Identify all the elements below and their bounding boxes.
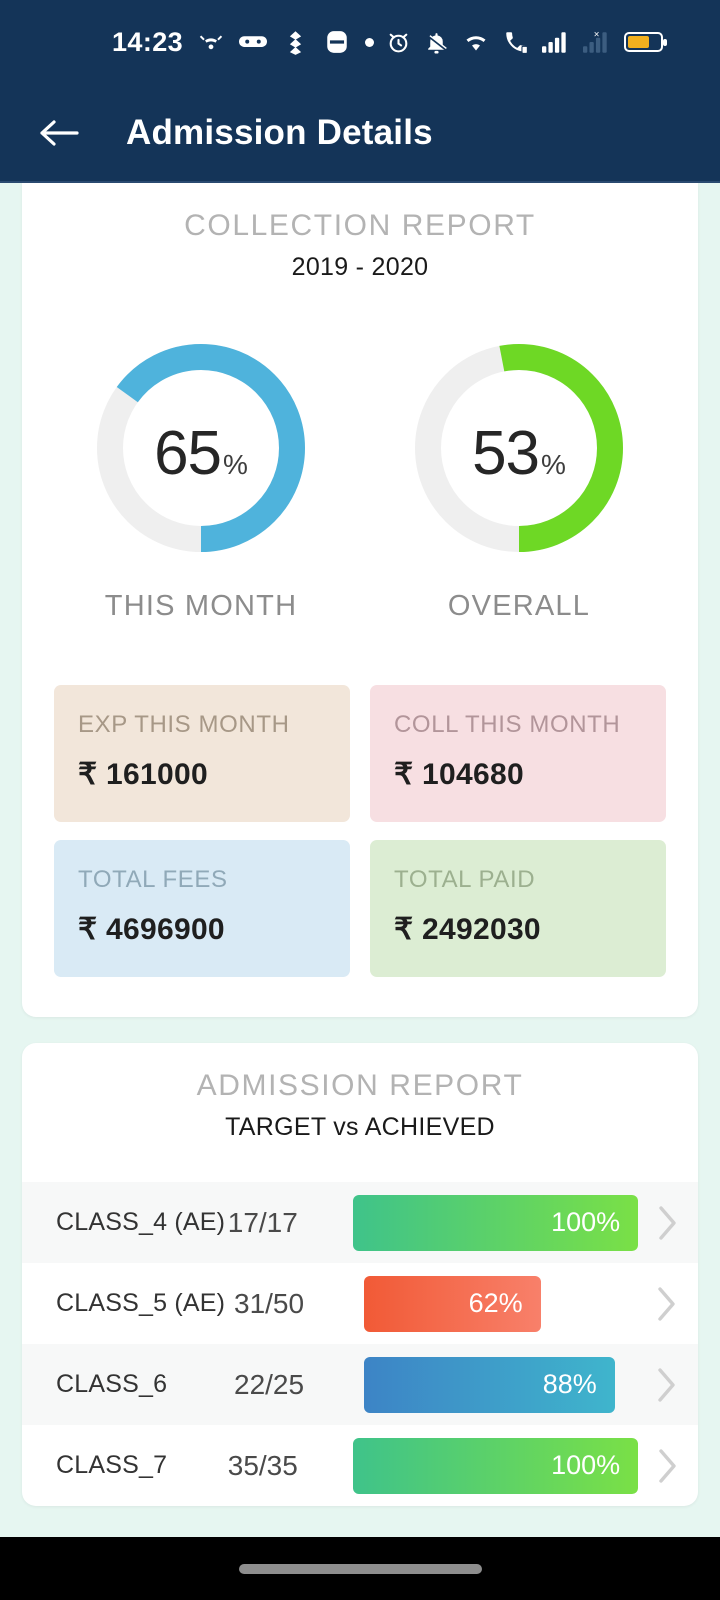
alarm-icon [386, 30, 411, 55]
stat-tile-coll-this-month: COLL THIS MONTH ₹ 104680 [370, 685, 666, 822]
status-bar-left: 14:23 [112, 26, 375, 58]
chevron-right-icon[interactable] [636, 1365, 698, 1405]
svg-text:×: × [594, 30, 600, 41]
stat-tile-label: EXP THIS MONTH [78, 711, 290, 738]
gauge-overall: 53 % OVERALL [411, 340, 627, 623]
home-indicator[interactable] [238, 1563, 482, 1574]
row-class-name: CLASS_7 [56, 1451, 168, 1479]
missed-call-icon [198, 29, 224, 55]
app-bar: Admission Details [0, 84, 720, 183]
collection-report-card: COLLECTION REPORT 2019 - 2020 65 % THIS … [22, 183, 698, 1017]
progress-label: 88% [542, 1369, 597, 1399]
admission-rows: CLASS_4 (AE) 17/17 100% CLASS_5 (AE) 31/… [22, 1182, 698, 1506]
admission-report-title: ADMISSION REPORT [196, 1069, 524, 1102]
gauge-percent-sign: % [223, 449, 248, 480]
donut-chart-overall: 53 % [411, 340, 627, 556]
row-ratio: 31/50 [234, 1287, 305, 1319]
stat-tile-total-paid: TOTAL PAID ₹ 2492030 [370, 840, 666, 977]
table-row[interactable]: CLASS_7 35/35 100% [22, 1425, 698, 1506]
progress-bar: 62% [364, 1275, 541, 1332]
table-row[interactable]: CLASS_5 (AE) 31/50 62% [22, 1263, 698, 1344]
admission-report-subtitle: TARGET vs ACHIEVED [225, 1113, 495, 1141]
gauge-label-overall: OVERALL [447, 590, 591, 622]
gauge-label-this-month: THIS MONTH [104, 590, 298, 622]
sim-missing-icon: × [583, 30, 611, 54]
progress-bar: 88% [364, 1356, 615, 1413]
phone-screen: 14:23 × Admission Details COLLECTION REP… [0, 0, 720, 1600]
stat-tile-label: TOTAL FEES [78, 866, 228, 893]
leaf-icon [282, 29, 309, 56]
row-class-name: CLASS_5 (AE) [56, 1289, 226, 1317]
row-class-name: CLASS_4 (AE) [56, 1208, 226, 1236]
battery-icon [624, 30, 668, 54]
gauge-percent-sign: % [541, 449, 566, 480]
page-title: Admission Details [126, 112, 433, 152]
donut-chart-this-month: 65 % [93, 340, 309, 556]
chevron-right-icon[interactable] [638, 1203, 698, 1243]
progress-bar: 100% [353, 1194, 639, 1251]
gauge-this-month: 65 % THIS MONTH [93, 340, 309, 623]
gauge-value-wrap: 65 % [93, 340, 309, 556]
gauge-value: 65 [154, 419, 222, 488]
stat-tile-total-fees: TOTAL FEES ₹ 4696900 [54, 840, 350, 977]
table-row[interactable]: CLASS_6 22/25 88% [22, 1344, 698, 1425]
row-bar-area: 88% [364, 1356, 636, 1413]
progress-label: 62% [468, 1288, 523, 1318]
row-class-name: CLASS_6 [56, 1370, 168, 1398]
stat-tile-value: ₹ 161000 [78, 758, 208, 791]
progress-label: 100% [551, 1207, 621, 1237]
stat-tile-value: ₹ 2492030 [394, 913, 541, 946]
back-arrow-icon [40, 119, 79, 146]
gauge-value-wrap: 53 % [411, 340, 627, 556]
stat-tile-value: ₹ 4696900 [78, 913, 225, 946]
scroll-content[interactable]: COLLECTION REPORT 2019 - 2020 65 % THIS … [0, 183, 720, 1537]
stat-tile-value: ₹ 104680 [394, 758, 524, 791]
wifi-icon [462, 31, 490, 53]
stat-tile-label: TOTAL PAID [394, 866, 536, 893]
card-icon [324, 29, 350, 55]
progress-bar: 100% [353, 1437, 639, 1494]
row-bar-area: 100% [353, 1194, 639, 1251]
row-bar-area: 100% [353, 1437, 639, 1494]
signal-bars-icon [542, 31, 570, 53]
chevron-right-icon[interactable] [638, 1446, 698, 1486]
chevron-right-icon[interactable] [636, 1284, 698, 1324]
row-bar-area: 62% [364, 1275, 636, 1332]
stat-tiles: EXP THIS MONTH ₹ 161000 COLL THIS MONTH … [22, 623, 698, 1017]
collection-report-title: COLLECTION REPORT [184, 209, 536, 242]
stat-tile-label: COLL THIS MONTH [394, 711, 621, 738]
back-button[interactable] [34, 108, 84, 158]
status-bar-right: × [386, 29, 668, 55]
stat-tile-exp-this-month: EXP THIS MONTH ₹ 161000 [54, 685, 350, 822]
dot-icon [365, 37, 375, 47]
progress-label: 100% [551, 1450, 621, 1480]
admission-report-card: ADMISSION REPORT TARGET vs ACHIEVED CLAS… [22, 1043, 698, 1506]
wifi-calling-icon [503, 29, 529, 55]
glasses-icon [239, 32, 268, 52]
gauge-row: 65 % THIS MONTH 53 % OVERALL [22, 282, 698, 623]
collection-report-subtitle: 2019 - 2020 [291, 253, 429, 281]
gauge-value: 53 [472, 419, 540, 488]
table-row[interactable]: CLASS_4 (AE) 17/17 100% [22, 1182, 698, 1263]
row-ratio: 22/25 [234, 1368, 305, 1400]
status-bar: 14:23 × [0, 0, 720, 84]
bell-muted-icon [424, 30, 449, 55]
row-ratio: 35/35 [227, 1449, 298, 1481]
system-nav-bar [0, 1537, 720, 1600]
row-ratio: 17/17 [227, 1206, 298, 1238]
status-time: 14:23 [112, 26, 184, 57]
